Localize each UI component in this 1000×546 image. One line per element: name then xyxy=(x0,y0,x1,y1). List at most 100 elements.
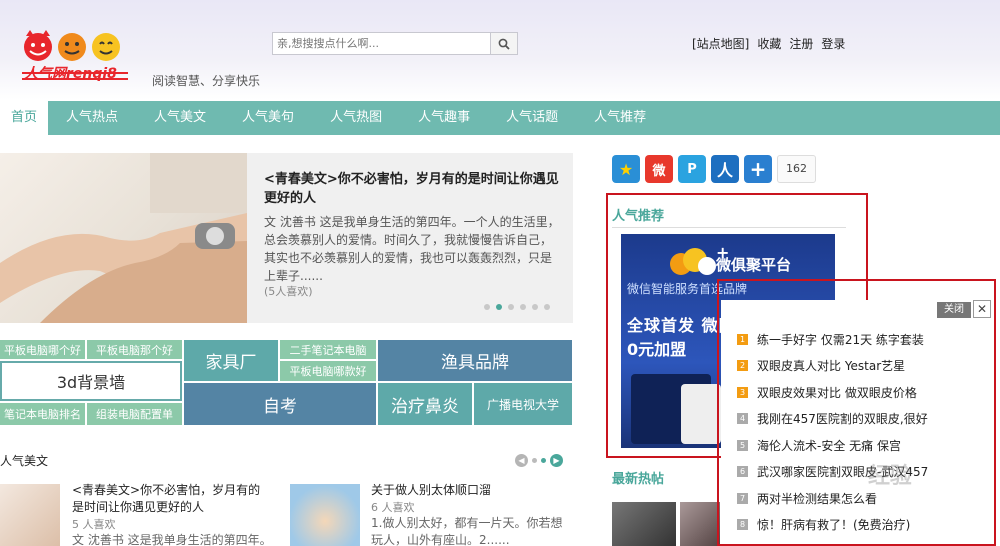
popup-item-text: 练一手好字 仅需21天 练字套装 xyxy=(757,332,924,347)
tag-tablet-1[interactable]: 平板电脑哪个好 xyxy=(0,340,85,359)
nav-item-pictures[interactable]: 人气热图 xyxy=(312,101,400,135)
article-likes-2: 6 人喜欢 xyxy=(371,501,415,514)
nav-item-hotspot[interactable]: 人气热点 xyxy=(48,101,136,135)
pager-dot[interactable] xyxy=(532,458,537,463)
bookmark-link[interactable]: 收藏 xyxy=(757,35,781,52)
rank-badge: 5 xyxy=(737,439,748,451)
tag-tv-university[interactable]: 广播电视大学 xyxy=(474,383,572,425)
tag-3d-wall[interactable]: 3d背景墙 xyxy=(0,361,182,401)
popup-item-text: 两对半检测结果怎么看 xyxy=(757,491,878,506)
popup-item-text: 惊！肝病有救了！(免费治疗) xyxy=(757,518,911,533)
recommend-divider xyxy=(612,227,846,228)
tag-laptop-rank[interactable]: 笔记本电脑排名 xyxy=(0,403,85,425)
popup-item-text: 双眼皮真人对比 Yestar艺星 xyxy=(757,359,906,374)
close-icon[interactable]: ✕ xyxy=(973,300,991,318)
nav-item-topics[interactable]: 人气话题 xyxy=(488,101,576,135)
slide-dot[interactable] xyxy=(520,304,526,310)
hot-post-thumb-2[interactable] xyxy=(680,502,720,546)
popup-item[interactable]: 3 双眼皮效果对比 做双眼皮价格 xyxy=(737,379,987,406)
feature-title[interactable]: <青春美文>你不必害怕，岁月有的是时间让你遇见更好的人 xyxy=(264,170,564,208)
feature-image[interactable] xyxy=(0,153,247,323)
site-logo[interactable]: 人气网renqi8 xyxy=(20,30,132,82)
tencent-weibo-icon[interactable]: P xyxy=(678,155,706,183)
search-input[interactable] xyxy=(273,33,491,54)
rank-badge: 1 xyxy=(737,333,748,345)
share-bar: ★ 微 P 人 + 162 xyxy=(612,155,816,183)
ad-title: 微俱聚平台 xyxy=(716,256,792,274)
rank-badge: 4 xyxy=(737,413,748,425)
section-title: 人气美文 xyxy=(0,454,49,468)
rank-badge: 3 xyxy=(737,386,748,398)
feature-desc: 文 沈善书 这是我单身生活的第四年。一个人的生活里，总会羡慕别人的爱情。时间久了… xyxy=(264,215,560,283)
register-link[interactable]: 注册 xyxy=(789,35,813,52)
tag-tablet-3[interactable]: 平板电脑哪款好 xyxy=(280,361,376,381)
rank-badge: 2 xyxy=(737,360,748,372)
popup-item-text: 我刚在457医院割的双眼皮,很好 xyxy=(757,412,928,427)
popup-ad-panel: 关闭 ✕ 1 练一手好字 仅需21天 练字套装 2 双眼皮真人对比 Yestar艺星… xyxy=(721,300,992,543)
tag-fishing[interactable]: 渔具品牌 xyxy=(378,340,572,381)
slide-dot[interactable] xyxy=(484,304,490,310)
search-button[interactable] xyxy=(490,33,517,54)
login-link[interactable]: 登录 xyxy=(821,35,845,52)
more-share-icon[interactable]: + xyxy=(744,155,772,183)
popup-item[interactable]: 7 两对半检测结果怎么看 xyxy=(737,485,987,512)
watermark-text: 经验 xyxy=(868,464,913,489)
hot-post-thumb-1[interactable] xyxy=(612,502,676,546)
nav-item-quotes[interactable]: 人气美句 xyxy=(224,101,312,135)
article-desc-2: 1.做人别太好，都有一片天。你若想玩人，山外有座山。2...... xyxy=(371,516,563,546)
nav-item-fun[interactable]: 人气趣事 xyxy=(400,101,488,135)
ad-offer: 0元加盟 xyxy=(627,340,687,359)
rank-badge: 6 xyxy=(737,466,748,478)
popup-close-button[interactable]: 关闭 xyxy=(937,302,971,318)
search-box xyxy=(272,32,518,55)
section-pager: ◀ ▶ xyxy=(515,454,563,467)
article-thumb-2[interactable] xyxy=(290,484,360,546)
recommend-title: 人气推荐 xyxy=(612,209,665,224)
popup-item[interactable]: 8 惊！肝病有救了！(免费治疗) xyxy=(737,512,987,539)
nav-item-essay[interactable]: 人气美文 xyxy=(136,101,224,135)
popup-list: 1 练一手好字 仅需21天 练字套装 2 双眼皮真人对比 Yestar艺星 3 双眼皮… xyxy=(737,326,987,538)
tag-used-laptop[interactable]: 二手笔记本电脑 xyxy=(280,340,376,359)
main-nav: 首页 人气热点 人气美文 人气美句 人气热图 人气趣事 人气话题 人气推荐 xyxy=(0,101,1000,135)
slide-dot[interactable] xyxy=(496,304,502,310)
slide-dot[interactable] xyxy=(532,304,538,310)
tag-self-study[interactable]: 自考 xyxy=(184,383,376,425)
qzone-icon[interactable]: ★ xyxy=(612,155,640,183)
pager-dot-active[interactable] xyxy=(541,458,546,463)
sitemap-link[interactable]: [站点地图] xyxy=(692,35,749,52)
popup-item[interactable]: 4 我刚在457医院割的双眼皮,很好 xyxy=(737,406,987,433)
popup-item[interactable]: 2 双眼皮真人对比 Yestar艺星 xyxy=(737,353,987,380)
nav-item-recommend[interactable]: 人气推荐 xyxy=(576,101,664,135)
rank-badge: 8 xyxy=(737,519,748,531)
slide-dot[interactable] xyxy=(544,304,550,310)
article-title-2[interactable]: 关于做人别太体顺口溜 xyxy=(371,482,571,499)
slide-dots xyxy=(484,304,550,310)
tag-rhinitis[interactable]: 治疗鼻炎 xyxy=(378,383,472,425)
nav-item-home[interactable]: 首页 xyxy=(0,101,49,135)
top-links: [站点地图] 收藏 注册 登录 xyxy=(692,35,845,52)
tag-pc-build[interactable]: 组装电脑配置单 xyxy=(87,403,182,425)
article-title-1[interactable]: <青春美文>你不必害怕，岁月有的是时间让你遇见更好的人 xyxy=(72,482,272,516)
article-likes-1: 5 人喜欢 xyxy=(72,518,116,531)
next-arrow-icon[interactable]: ▶ xyxy=(550,454,563,467)
hot-posts-title: 最新热帖 xyxy=(612,472,665,487)
article-thumb-1[interactable] xyxy=(0,484,60,546)
tag-furniture[interactable]: 家具厂 xyxy=(184,340,278,381)
slide-dot[interactable] xyxy=(508,304,514,310)
tag-tablet-2[interactable]: 平板电脑那个好 xyxy=(87,340,182,359)
popup-item[interactable]: 5 海伦人流术-安全 无痛 保宫 xyxy=(737,432,987,459)
feature-likes: (5人喜欢) xyxy=(264,285,313,298)
site-tagline: 阅读智慧、分享快乐 xyxy=(152,74,261,88)
rank-badge: 7 xyxy=(737,492,748,504)
popup-item[interactable]: 6 武汉哪家医院割双眼皮-武汉457 xyxy=(737,459,987,486)
popup-item[interactable]: 1 练一手好字 仅需21天 练字套装 xyxy=(737,326,987,353)
popup-item-text: 海伦人流术-安全 无痛 保宫 xyxy=(757,438,901,453)
popup-item-text: 双眼皮效果对比 做双眼皮价格 xyxy=(757,385,917,400)
article-desc-1: 文 沈善书 这是我单身生活的第四年。 xyxy=(72,533,272,546)
search-icon xyxy=(498,38,510,50)
weibo-icon[interactable]: 微 xyxy=(645,155,673,183)
renren-icon[interactable]: 人 xyxy=(711,155,739,183)
prev-arrow-icon[interactable]: ◀ xyxy=(515,454,528,467)
share-count: 162 xyxy=(777,155,816,183)
logo-text: 人气网renqi8 xyxy=(24,66,117,82)
